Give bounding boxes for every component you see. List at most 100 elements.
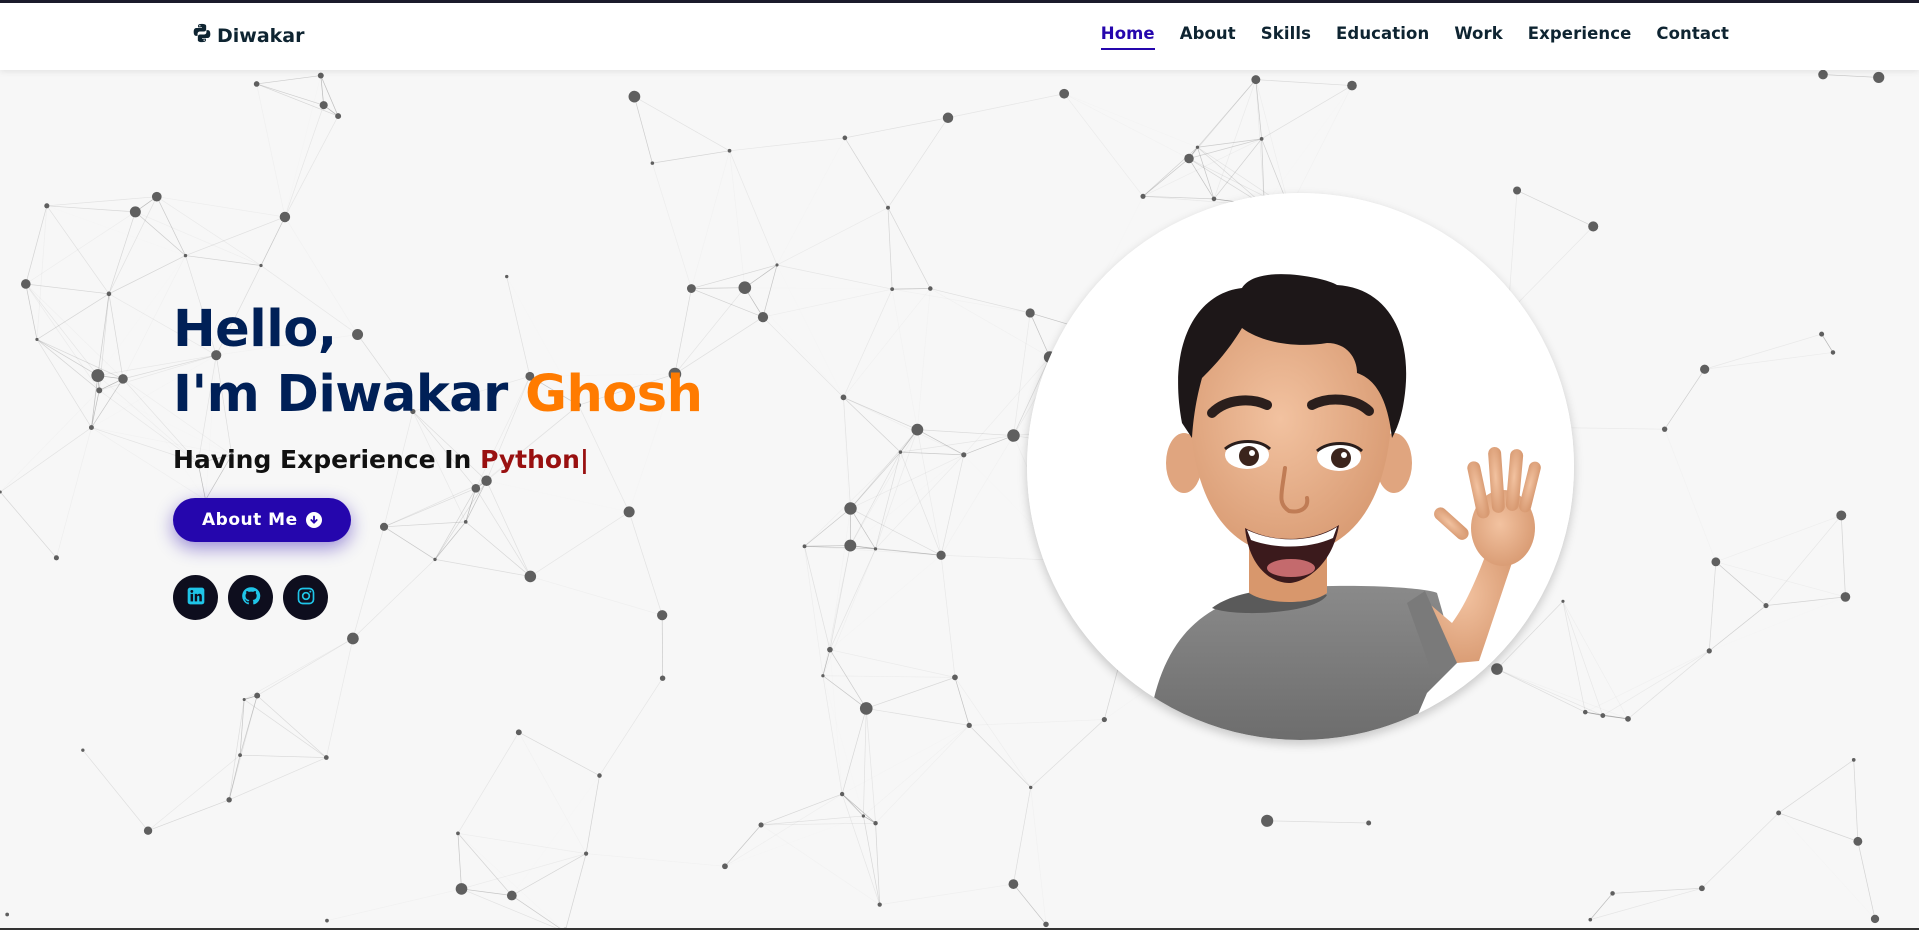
- particle-dot: [861, 814, 866, 818]
- particle-dot: [323, 755, 329, 760]
- particle-dot: [1851, 758, 1856, 762]
- hero-greeting: Hello,: [173, 300, 337, 359]
- brand-logo[interactable]: Diwakar: [192, 23, 305, 48]
- particle-dot: [347, 632, 359, 645]
- particle-dot: [584, 851, 589, 856]
- nav-home[interactable]: Home: [1100, 24, 1155, 50]
- hero-highlight-name: Ghosh: [525, 365, 703, 425]
- particle-dot: [1366, 820, 1372, 826]
- particle-dot: [936, 550, 946, 560]
- particle-dot: [722, 863, 728, 870]
- typed-subtitle: Having Experience In Python|: [173, 445, 702, 474]
- about-me-button[interactable]: About Me: [173, 498, 351, 543]
- instagram-link[interactable]: [283, 575, 328, 621]
- particle-dot: [1588, 221, 1599, 232]
- particle-dot: [738, 281, 752, 295]
- particle-dot: [802, 544, 807, 549]
- particle-dot: [325, 918, 329, 923]
- particle-dot: [1588, 917, 1593, 922]
- particle-dot: [1028, 785, 1033, 790]
- avatar-image: [1027, 193, 1574, 740]
- nav-contact[interactable]: Contact: [1656, 24, 1729, 50]
- particle-dot: [911, 423, 924, 436]
- particle-dot: [335, 113, 342, 120]
- particle-dot: [1025, 308, 1035, 318]
- nav-work[interactable]: Work: [1454, 24, 1502, 50]
- nav-skills[interactable]: Skills: [1261, 24, 1311, 50]
- particle-dot: [1818, 69, 1828, 80]
- instagram-icon: [296, 586, 316, 610]
- typed-prefix: Having Experience In: [173, 445, 472, 475]
- particle-dot: [106, 291, 112, 297]
- particle-dot: [1513, 186, 1522, 195]
- nav-experience[interactable]: Experience: [1528, 24, 1632, 50]
- particle-dot: [129, 206, 141, 218]
- particle-dot: [506, 890, 517, 901]
- particle-dot: [96, 387, 103, 394]
- particle-dot: [1661, 426, 1668, 432]
- particle-dot: [279, 211, 291, 223]
- particle-dot: [1819, 331, 1825, 337]
- particle-dot: [961, 452, 967, 458]
- particle-dot: [143, 826, 153, 835]
- particle-dot: [1184, 153, 1194, 164]
- particle-dot: [844, 539, 857, 552]
- particle-dot: [1347, 80, 1357, 91]
- particle-dot: [1700, 364, 1710, 374]
- particle-dot: [183, 253, 188, 258]
- python-logo-icon: [192, 23, 212, 48]
- particle-dot: [928, 286, 933, 291]
- particle-dot: [1059, 88, 1070, 99]
- particle-dot: [628, 90, 641, 103]
- linkedin-icon: [186, 586, 206, 610]
- particle-dot: [842, 135, 848, 141]
- particle-dot: [226, 797, 232, 803]
- particle-dot: [151, 191, 162, 202]
- particle-dot: [821, 674, 825, 678]
- particle-dot: [238, 753, 242, 758]
- particle-dot: [1008, 879, 1019, 889]
- particle-dot: [5, 912, 10, 917]
- particle-dot: [259, 263, 263, 268]
- particle-dot: [1873, 71, 1885, 84]
- hero-name: I'm Diwakar Ghosh: [173, 364, 703, 425]
- particle-dot: [1836, 510, 1847, 521]
- particle-dot: [1763, 602, 1769, 609]
- hero-intro: I'm Diwakar: [173, 365, 508, 425]
- typed-role: Python|: [480, 445, 589, 475]
- particle-dot: [1776, 810, 1782, 816]
- particle-dot: [455, 883, 468, 895]
- particle-dot: [456, 831, 460, 836]
- particle-dot: [952, 674, 958, 681]
- particle-dot: [1211, 196, 1217, 202]
- particle-dot: [1101, 716, 1107, 723]
- hero-content: Hello, I'm Diwakar Ghosh Having Experien…: [173, 299, 703, 621]
- particle-dot: [839, 791, 845, 797]
- github-link[interactable]: [228, 575, 273, 621]
- particle-dot: [317, 72, 324, 79]
- particle-dot: [775, 263, 779, 267]
- particle-dot: [966, 722, 972, 729]
- particle-dot: [20, 279, 31, 289]
- particle-dot: [650, 161, 655, 165]
- particle-dot: [659, 675, 666, 681]
- particle-dot: [88, 425, 94, 431]
- particle-dot: [844, 502, 857, 515]
- particle-dot: [91, 369, 105, 382]
- linkedin-link[interactable]: [173, 575, 218, 621]
- particle-dot: [840, 394, 847, 401]
- particle-dot: [757, 311, 769, 323]
- navbar: Diwakar Home About Skills Education Work…: [0, 3, 1919, 70]
- particle-dot: [515, 729, 522, 736]
- nav-education[interactable]: Education: [1336, 24, 1429, 50]
- particle-dot: [53, 555, 59, 561]
- particle-dot: [1625, 716, 1631, 722]
- particle-dot: [686, 284, 696, 293]
- nav-about[interactable]: About: [1180, 24, 1236, 50]
- particle-dot: [505, 274, 509, 279]
- particle-dot: [1491, 663, 1503, 675]
- particle-dot: [727, 148, 732, 153]
- particle-dot: [597, 773, 602, 778]
- particle-dot: [1706, 648, 1712, 654]
- particle-dot: [253, 81, 260, 87]
